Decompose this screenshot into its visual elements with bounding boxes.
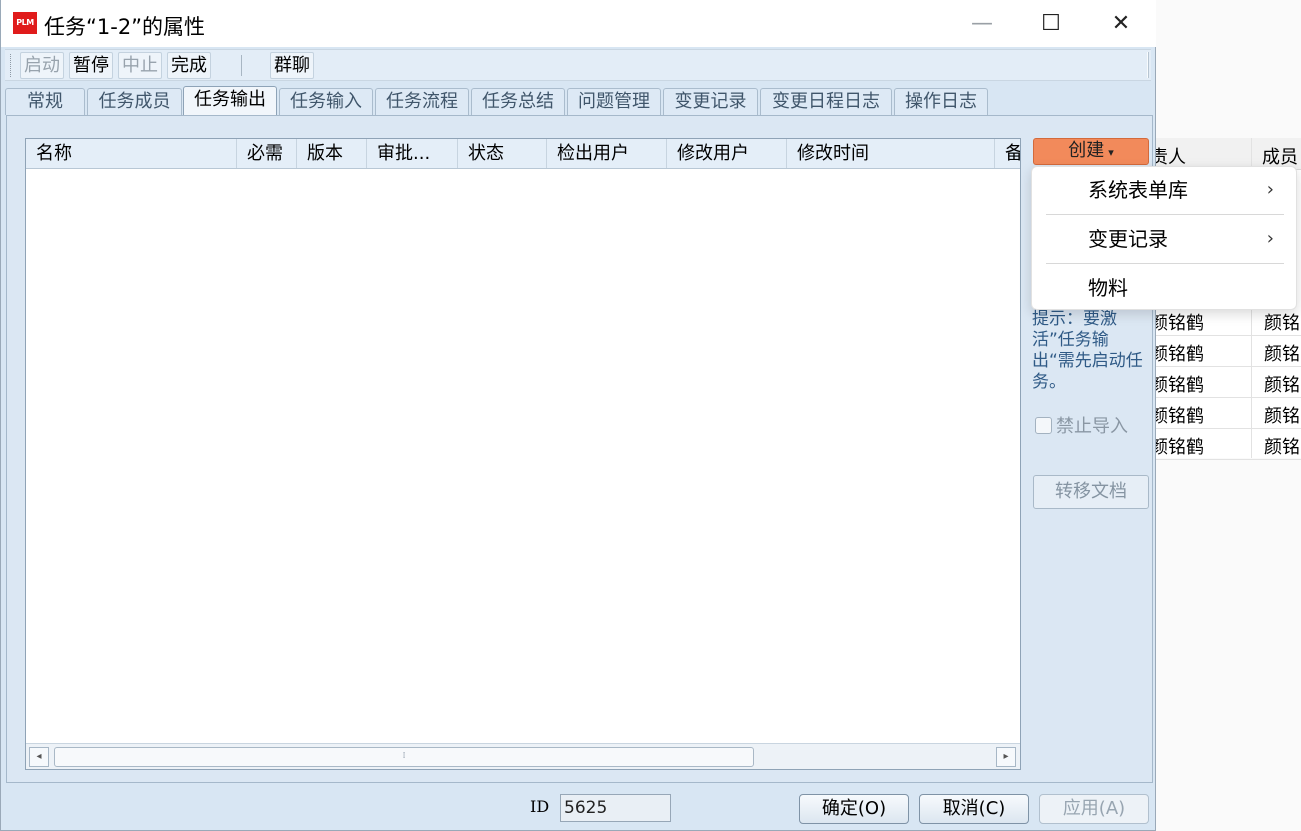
dialog-footer: ID 5625 确定(O) 取消(C) 应用(A) <box>1 785 1156 831</box>
forbid-import-label: 禁止导入 <box>1056 416 1128 437</box>
activation-hint: 提示：要激活”任务输出“需先启动任务。 <box>1032 309 1143 392</box>
scroll-left-icon[interactable]: ◂ <box>29 747 49 767</box>
column-checkout-user[interactable]: 检出用户 <box>547 139 667 168</box>
tab-issue-management[interactable]: 问题管理 <box>567 88 661 115</box>
column-remark[interactable]: 备 <box>995 139 1020 168</box>
menu-separator <box>1046 263 1284 264</box>
plm-logo-icon: PLM <box>13 12 37 34</box>
column-name[interactable]: 名称 <box>26 139 237 168</box>
minimize-button[interactable]: — <box>947 0 1017 47</box>
table-row[interactable]: 颜铭鹤 颜铭 <box>1140 429 1301 460</box>
id-label: ID <box>530 797 550 816</box>
stop-button[interactable]: 中止 <box>118 52 162 79</box>
tab-task-flow[interactable]: 任务流程 <box>375 88 469 115</box>
cell-member: 颜铭 <box>1264 406 1300 427</box>
grid-header: 名称 必需 版本 审批... 状态 检出用户 修改用户 修改时间 备 <box>26 139 1020 169</box>
cell-owner: 颜铭鹤 <box>1150 406 1204 427</box>
id-field[interactable]: 5625 <box>560 794 671 822</box>
tab-operation-log[interactable]: 操作日志 <box>894 88 988 115</box>
table-row[interactable]: 颜铭鹤 颜铭 <box>1140 336 1301 367</box>
menu-item-label: 物料 <box>1088 276 1128 300</box>
maximize-button[interactable]: ☐ <box>1016 0 1086 47</box>
chevron-right-icon: › <box>1266 179 1274 200</box>
group-chat-button[interactable]: 群聊 <box>270 52 314 79</box>
tab-general[interactable]: 常规 <box>5 88 85 115</box>
cell-member: 颜铭 <box>1264 375 1300 396</box>
finish-button[interactable]: 完成 <box>167 52 211 79</box>
forbid-import-checkbox[interactable]: 禁止导入 <box>1035 412 1128 437</box>
column-status[interactable]: 状态 <box>458 139 547 168</box>
cancel-button[interactable]: 取消(C) <box>919 794 1029 824</box>
cell-member: 颜铭 <box>1264 313 1300 334</box>
menu-item-system-forms[interactable]: 系统表单库 › <box>1032 167 1296 213</box>
table-row[interactable]: 颜铭鹤 颜铭 <box>1140 398 1301 429</box>
menu-item-material[interactable]: 物料 <box>1032 265 1296 311</box>
cell-member: 颜铭 <box>1264 437 1300 458</box>
tab-task-output[interactable]: 任务输出 <box>183 86 277 116</box>
column-modified-time[interactable]: 修改时间 <box>787 139 995 168</box>
cell-owner: 颜铭鹤 <box>1150 344 1204 365</box>
tab-task-summary[interactable]: 任务总结 <box>471 88 565 115</box>
tab-change-schedule-log[interactable]: 变更日程日志 <box>760 88 892 115</box>
cell-owner: 颜铭鹤 <box>1150 375 1204 396</box>
column-version[interactable]: 版本 <box>297 139 367 168</box>
start-button[interactable]: 启动 <box>20 52 64 79</box>
horizontal-scrollbar[interactable]: ◂ ⁞ ▸ <box>26 743 1020 769</box>
scroll-thumb[interactable]: ⁞ <box>54 747 754 767</box>
ok-button[interactable]: 确定(O) <box>799 794 909 824</box>
tab-change-records[interactable]: 变更记录 <box>663 88 758 115</box>
task-properties-dialog: PLM 任务“1-2”的属性 — ☐ ✕ 启动 暂停 中止 完成 群聊 常规 任… <box>0 0 1156 831</box>
create-dropdown-menu: 系统表单库 › 变更记录 › 物料 <box>1031 166 1297 310</box>
checkbox-icon[interactable] <box>1035 417 1052 434</box>
task-toolbar: 启动 暂停 中止 完成 群聊 <box>5 49 1151 81</box>
table-row[interactable]: 颜铭鹤 颜铭 <box>1140 367 1301 398</box>
title-bar[interactable]: PLM 任务“1-2”的属性 — ☐ ✕ <box>1 0 1156 47</box>
close-button[interactable]: ✕ <box>1086 0 1156 47</box>
menu-item-label: 系统表单库 <box>1088 178 1188 202</box>
column-approval[interactable]: 审批... <box>367 139 458 168</box>
cell-owner: 颜铭鹤 <box>1150 313 1204 334</box>
menu-separator <box>1046 214 1284 215</box>
apply-button[interactable]: 应用(A) <box>1039 794 1149 824</box>
toolbar-end-handle <box>1147 52 1149 78</box>
chevron-right-icon: › <box>1266 228 1274 249</box>
scroll-right-icon[interactable]: ▸ <box>996 747 1016 767</box>
transfer-documents-button[interactable]: 转移文档 <box>1033 475 1149 509</box>
cell-owner: 颜铭鹤 <box>1150 437 1204 458</box>
column-required[interactable]: 必需 <box>237 139 297 168</box>
tab-task-input[interactable]: 任务输入 <box>279 88 373 115</box>
create-dropdown-button[interactable]: 创建 ▾ <box>1033 138 1149 165</box>
chevron-down-icon: ▾ <box>1108 146 1114 159</box>
tab-task-members[interactable]: 任务成员 <box>87 88 182 115</box>
toolbar-separator <box>241 55 242 76</box>
cell-member: 颜铭 <box>1264 344 1300 365</box>
pause-button[interactable]: 暂停 <box>69 52 113 79</box>
output-documents-grid[interactable]: 名称 必需 版本 审批... 状态 检出用户 修改用户 修改时间 备 ◂ ⁞ ▸ <box>25 138 1021 770</box>
create-button-label: 创建 <box>1068 140 1105 161</box>
tab-strip: 常规 任务成员 任务输出 任务输入 任务流程 任务总结 问题管理 变更记录 变更… <box>1 86 1156 116</box>
column-modified-user[interactable]: 修改用户 <box>667 139 787 168</box>
window-title: 任务“1-2”的属性 <box>44 15 206 39</box>
menu-item-label: 变更记录 <box>1088 227 1168 251</box>
menu-item-change-records[interactable]: 变更记录 › <box>1032 216 1296 262</box>
toolbar-grip-icon[interactable] <box>10 54 13 77</box>
